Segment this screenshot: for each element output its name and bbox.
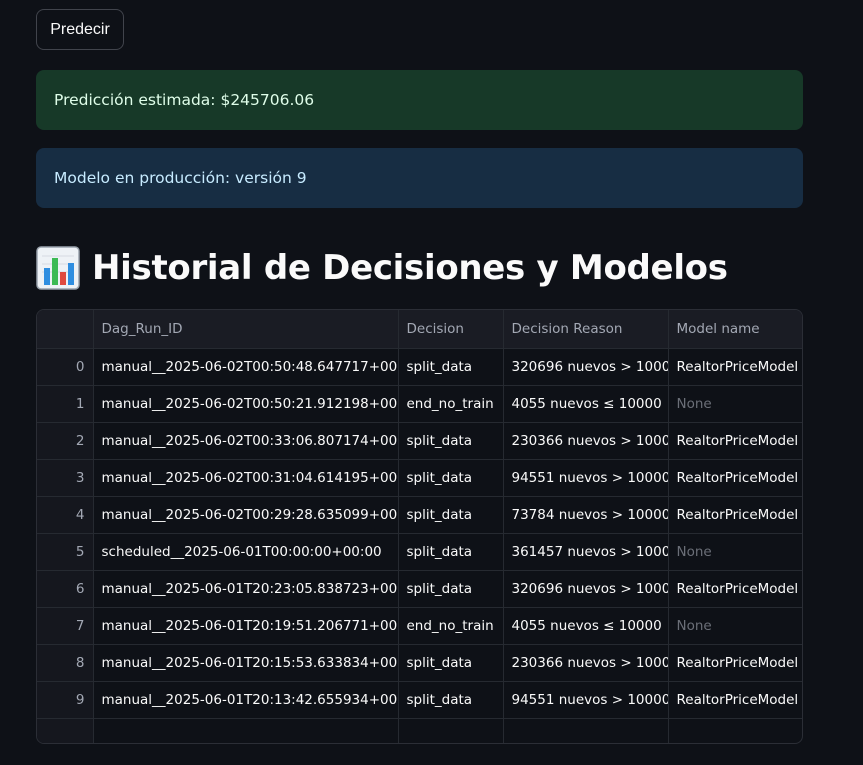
table-row[interactable]: 7 manual__2025-06-01T20:19:51.206771+00:0… bbox=[37, 607, 802, 645]
decision-cell[interactable] bbox=[398, 718, 504, 743]
model-version-text: Modelo en producción: versión 9 bbox=[54, 169, 307, 187]
decision-reason-cell[interactable]: 320696 nuevos > 10000 bbox=[503, 348, 669, 386]
decision-reason-cell[interactable]: 94551 nuevos > 10000 bbox=[503, 459, 669, 497]
table-row[interactable]: 3 manual__2025-06-02T00:31:04.614195+00:0… bbox=[37, 459, 802, 497]
dag-run-id-cell[interactable]: manual__2025-06-01T20:13:42.655934+00:00 bbox=[93, 681, 399, 719]
decision-cell[interactable]: end_no_train bbox=[398, 607, 504, 645]
section-title: Historial de Decisiones y Modelos bbox=[92, 248, 728, 288]
dag-run-id-cell[interactable]: manual__2025-06-01T20:15:53.633834+00:00 bbox=[93, 644, 399, 682]
decision-cell[interactable]: split_data bbox=[398, 459, 504, 497]
table-row[interactable]: 6 manual__2025-06-01T20:23:05.838723+00:0… bbox=[37, 570, 802, 608]
row-index[interactable] bbox=[37, 718, 94, 743]
decision-cell[interactable]: end_no_train bbox=[398, 385, 504, 423]
dag-run-id-cell[interactable]: manual__2025-06-01T20:19:51.206771+00:00 bbox=[93, 607, 399, 645]
model-name-cell[interactable]: None bbox=[668, 533, 802, 571]
history-table[interactable]: Dag_Run_ID Decision Decision Reason Mode… bbox=[36, 309, 803, 744]
model-name-cell[interactable]: RealtorPriceModel bbox=[668, 570, 802, 608]
prediction-alert: Predicción estimada: $245706.06 bbox=[36, 70, 803, 130]
dag-run-id-cell[interactable]: manual__2025-06-02T00:29:28.635099+00:00 bbox=[93, 496, 399, 534]
table-row[interactable]: 0 manual__2025-06-02T00:50:48.647717+00:0… bbox=[37, 348, 802, 386]
decision-reason-cell[interactable]: 230366 nuevos > 10000 bbox=[503, 644, 669, 682]
table-row[interactable]: 5 scheduled__2025-06-01T00:00:00+00:00 spl… bbox=[37, 533, 802, 571]
table-row[interactable]: 1 manual__2025-06-02T00:50:21.912198+00:0… bbox=[37, 385, 802, 423]
table-row[interactable]: 2 manual__2025-06-02T00:33:06.807174+00:0… bbox=[37, 422, 802, 460]
decision-cell[interactable]: split_data bbox=[398, 496, 504, 534]
row-index[interactable]: 9 bbox=[37, 681, 94, 719]
table-row[interactable]: 4 manual__2025-06-02T00:29:28.635099+00:0… bbox=[37, 496, 802, 534]
row-index[interactable]: 4 bbox=[37, 496, 94, 534]
decision-cell[interactable]: split_data bbox=[398, 570, 504, 608]
model-name-cell[interactable] bbox=[668, 718, 802, 743]
table-row[interactable] bbox=[37, 718, 802, 743]
decision-reason-header[interactable]: Decision Reason bbox=[503, 310, 669, 349]
decision-reason-cell[interactable]: 361457 nuevos > 10000 bbox=[503, 533, 669, 571]
dag-run-id-cell[interactable]: manual__2025-06-01T20:23:05.838723+00:00 bbox=[93, 570, 399, 608]
table-header-row: Dag_Run_ID Decision Decision Reason Mode… bbox=[37, 310, 802, 349]
dag-run-id-cell[interactable]: manual__2025-06-02T00:33:06.807174+00:00 bbox=[93, 422, 399, 460]
model-name-cell[interactable]: RealtorPriceModel bbox=[668, 681, 802, 719]
dag-run-id-cell[interactable] bbox=[93, 718, 399, 743]
decision-header[interactable]: Decision bbox=[398, 310, 504, 349]
prediction-text: Predicción estimada: $245706.06 bbox=[54, 91, 315, 109]
model-name-cell[interactable]: RealtorPriceModel bbox=[668, 496, 802, 534]
decision-cell[interactable]: split_data bbox=[398, 644, 504, 682]
decision-cell[interactable]: split_data bbox=[398, 533, 504, 571]
model-name-header[interactable]: Model name bbox=[668, 310, 802, 349]
section-heading: Historial de Decisiones y Modelos bbox=[36, 243, 728, 293]
decision-reason-cell[interactable]: 4055 nuevos ≤ 10000 bbox=[503, 607, 669, 645]
table-row[interactable]: 8 manual__2025-06-01T20:15:53.633834+00:0… bbox=[37, 644, 802, 682]
dag-run-id-header[interactable]: Dag_Run_ID bbox=[93, 310, 399, 349]
row-index[interactable]: 8 bbox=[37, 644, 94, 682]
decision-cell[interactable]: split_data bbox=[398, 681, 504, 719]
decision-reason-cell[interactable] bbox=[503, 718, 669, 743]
row-index[interactable]: 5 bbox=[37, 533, 94, 571]
dag-run-id-cell[interactable]: manual__2025-06-02T00:50:48.647717+00:00 bbox=[93, 348, 399, 386]
model-name-cell[interactable]: None bbox=[668, 385, 802, 423]
row-index[interactable]: 6 bbox=[37, 570, 94, 608]
predict-button[interactable]: Predecir bbox=[36, 9, 124, 50]
dag-run-id-cell[interactable]: manual__2025-06-02T00:31:04.614195+00:00 bbox=[93, 459, 399, 497]
model-name-cell[interactable]: RealtorPriceModel bbox=[668, 644, 802, 682]
decision-reason-cell[interactable]: 73784 nuevos > 10000 bbox=[503, 496, 669, 534]
row-index[interactable]: 7 bbox=[37, 607, 94, 645]
model-name-cell[interactable]: RealtorPriceModel bbox=[668, 459, 802, 497]
dag-run-id-cell[interactable]: manual__2025-06-02T00:50:21.912198+00:00 bbox=[93, 385, 399, 423]
dag-run-id-cell[interactable]: scheduled__2025-06-01T00:00:00+00:00 bbox=[93, 533, 399, 571]
decision-reason-cell[interactable]: 4055 nuevos ≤ 10000 bbox=[503, 385, 669, 423]
row-index[interactable]: 0 bbox=[37, 348, 94, 386]
table-row[interactable]: 9 manual__2025-06-01T20:13:42.655934+00:0… bbox=[37, 681, 802, 719]
row-index[interactable]: 1 bbox=[37, 385, 94, 423]
decision-reason-cell[interactable]: 230366 nuevos > 10000 bbox=[503, 422, 669, 460]
model-version-alert: Modelo en producción: versión 9 bbox=[36, 148, 803, 208]
decision-reason-cell[interactable]: 320696 nuevos > 10000 bbox=[503, 570, 669, 608]
model-name-cell[interactable]: RealtorPriceModel bbox=[668, 422, 802, 460]
model-name-cell[interactable]: None bbox=[668, 607, 802, 645]
decision-cell[interactable]: split_data bbox=[398, 348, 504, 386]
row-index[interactable]: 2 bbox=[37, 422, 94, 460]
row-index[interactable]: 3 bbox=[37, 459, 94, 497]
index-header[interactable] bbox=[37, 310, 94, 349]
app-main: Predecir Predicción estimada: $245706.06… bbox=[0, 0, 863, 765]
decision-cell[interactable]: split_data bbox=[398, 422, 504, 460]
decision-reason-cell[interactable]: 94551 nuevos > 10000 bbox=[503, 681, 669, 719]
model-name-cell[interactable]: RealtorPriceModel bbox=[668, 348, 802, 386]
bar-chart-icon bbox=[36, 246, 80, 290]
